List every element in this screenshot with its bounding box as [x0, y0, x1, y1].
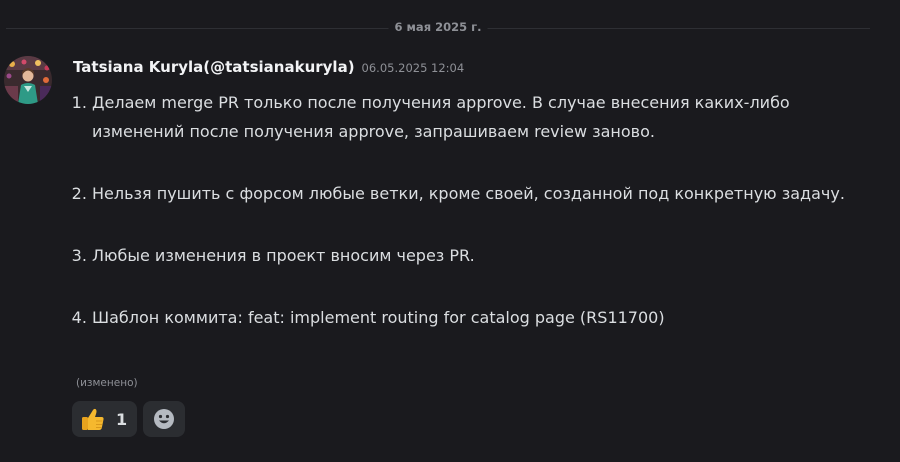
date-divider: 6 мая 2025 г. — [6, 20, 870, 34]
message-timestamp[interactable]: 06.05.2025 12:04 — [362, 61, 465, 75]
list-item: Нельзя пушить с форсом любые ветки, кром… — [92, 179, 852, 208]
reaction-thumbs-up[interactable]: 1 — [72, 401, 137, 437]
thumbs-up-icon — [82, 408, 104, 430]
message-content: Делаем merge PR только после получения a… — [71, 88, 852, 332]
edited-label: (изменено) — [76, 377, 138, 389]
reaction-count: 1 — [116, 409, 128, 429]
avatar[interactable] — [4, 56, 52, 104]
message-header: Tatsiana Kuryla(@tatsianakuryla) 06.05.20… — [73, 57, 464, 76]
smiley-icon — [154, 409, 174, 429]
avatar-image — [4, 56, 52, 104]
author-name[interactable]: Tatsiana Kuryla(@tatsianakuryla) — [73, 58, 355, 76]
reactions-bar: 1 — [72, 401, 185, 437]
list-item: Шаблон коммита: feat: implement routing … — [92, 303, 852, 332]
add-reaction-button[interactable] — [143, 401, 185, 437]
date-divider-label: 6 мая 2025 г. — [388, 20, 488, 34]
list-item: Делаем merge PR только после получения a… — [92, 88, 852, 146]
list-item: Любые изменения в проект вносим через PR… — [92, 241, 852, 270]
